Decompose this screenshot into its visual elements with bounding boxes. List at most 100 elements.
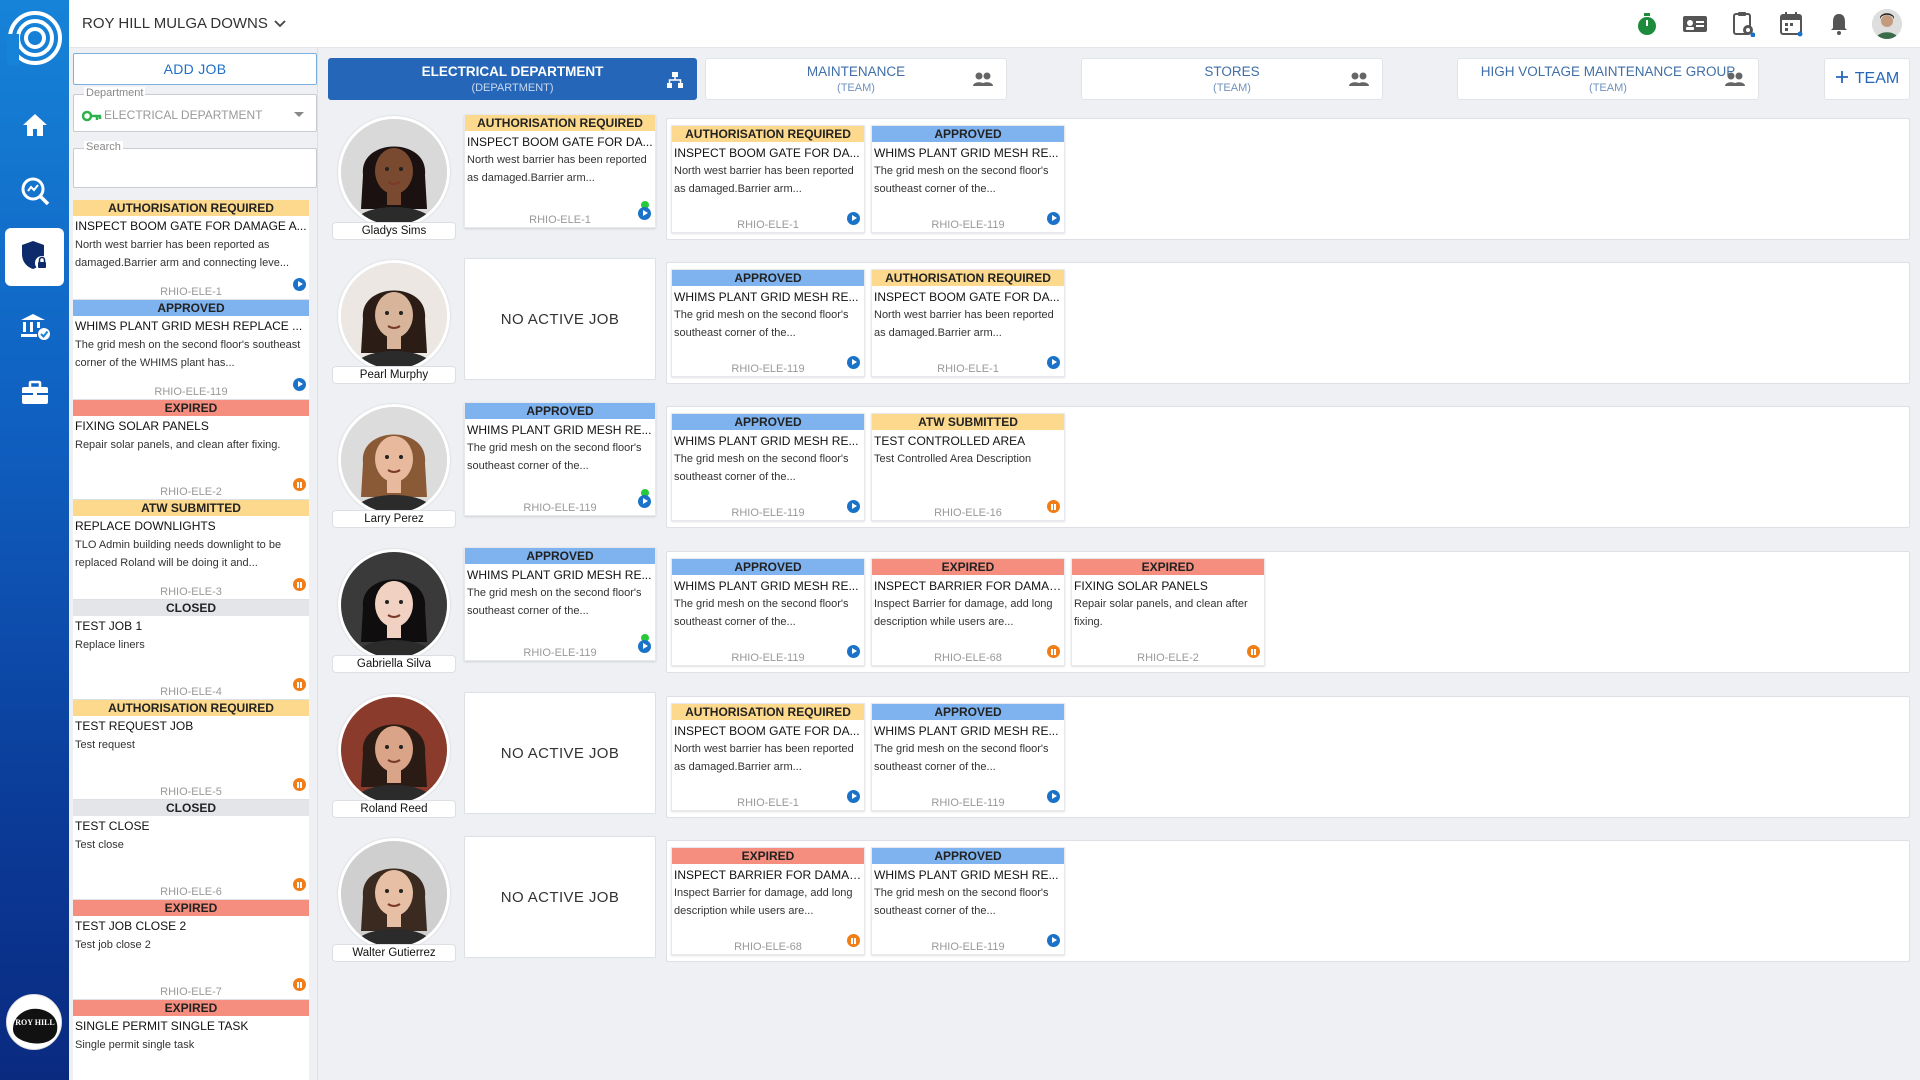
- status-label: AUTHORISATION REQUIRED: [872, 270, 1064, 286]
- member-card[interactable]: Walter Gutierrez: [332, 838, 456, 962]
- plus-icon: [1835, 70, 1849, 89]
- job-code: RHIO-ELE-119: [931, 797, 1005, 809]
- job-code: RHIO-ELE-6: [160, 886, 222, 898]
- sidebar-item-permits[interactable]: [5, 228, 64, 286]
- tab-stores[interactable]: STORES (TEAM): [1081, 58, 1383, 100]
- job-code: RHIO-ELE-16: [934, 507, 1002, 519]
- job-description: The grid mesh on the second floor's sout…: [674, 453, 849, 483]
- status-label: EXPIRED: [73, 1000, 309, 1016]
- member-card[interactable]: Larry Perez: [332, 404, 456, 528]
- top-icons: [1632, 9, 1902, 39]
- job-card[interactable]: APPROVED WHIMS PLANT GRID MESH RE... The g…: [671, 413, 865, 521]
- member-card[interactable]: Roland Reed: [332, 694, 456, 818]
- job-description: Inspect Barrier for damage, add long des…: [874, 598, 1053, 628]
- tab-name: HIGH VOLTAGE MAINTENANCE GROUP: [1480, 64, 1736, 79]
- job-card[interactable]: EXPIRED FIXING SOLAR PANELS Repair solar p…: [73, 400, 309, 500]
- stopwatch-icon[interactable]: [1632, 9, 1662, 39]
- job-indicator: [1047, 645, 1060, 663]
- job-card[interactable]: EXPIRED INSPECT BARRIER FOR DAMAGE Inspect…: [871, 558, 1065, 666]
- add-team-label: TEAM: [1854, 70, 1900, 87]
- search-input[interactable]: Search: [73, 141, 317, 188]
- job-indicator: [847, 790, 860, 808]
- job-card[interactable]: AUTHORISATION REQUIRED INSPECT BOOM GATE …: [73, 200, 309, 300]
- caret-down-icon: [294, 112, 304, 117]
- job-card[interactable]: EXPIRED INSPECT BARRIER FOR DAMAGE Inspect…: [671, 847, 865, 955]
- job-indicator: [638, 640, 651, 658]
- job-queue: APPROVED WHIMS PLANT GRID MESH RE... The g…: [666, 262, 1910, 384]
- member-card[interactable]: Gabriella Silva: [332, 549, 456, 673]
- bell-icon[interactable]: [1824, 9, 1854, 39]
- department-select[interactable]: Department ELECTRICAL DEPARTMENT: [73, 87, 317, 132]
- status-label: AUTHORISATION REQUIRED: [465, 115, 655, 131]
- app-logo-icon[interactable]: [7, 10, 63, 66]
- job-title: INSPECT BOOM GATE FOR DA...: [674, 724, 860, 738]
- calendar-icon[interactable]: [1776, 9, 1806, 39]
- job-title: TEST REQUEST JOB: [75, 719, 194, 733]
- job-indicator: [847, 645, 860, 663]
- site-name[interactable]: ROY HILL MULGA DOWNS: [82, 15, 268, 32]
- job-indicator: [293, 978, 306, 996]
- status-label: APPROVED: [872, 848, 1064, 864]
- chevron-down-icon[interactable]: [273, 14, 287, 39]
- play-status-icon: [847, 212, 860, 225]
- job-card[interactable]: APPROVED WHIMS PLANT GRID MESH REPLACE ..…: [73, 300, 309, 400]
- tab-name: ELECTRICAL DEPARTMENT: [421, 64, 604, 79]
- job-title: TEST JOB 1: [75, 619, 143, 633]
- add-team-button[interactable]: TEAM: [1824, 58, 1910, 100]
- id-card-icon[interactable]: [1680, 9, 1710, 39]
- avatar: [338, 404, 450, 516]
- sidebar-item-home[interactable]: [5, 98, 64, 156]
- paused-status-icon: [293, 778, 306, 791]
- sidebar-item-jobs[interactable]: [5, 366, 64, 424]
- member-card[interactable]: Pearl Murphy: [332, 260, 456, 384]
- job-card[interactable]: APPROVED WHIMS PLANT GRID MESH RE... The g…: [671, 269, 865, 377]
- job-title: WHIMS PLANT GRID MESH RE...: [674, 579, 859, 593]
- job-code: RHIO-ELE-5: [160, 786, 222, 798]
- job-card[interactable]: EXPIRED SINGLE PERMIT SINGLE TASK Single p…: [73, 1000, 309, 1080]
- member-name: Roland Reed: [332, 800, 456, 818]
- top-bar: ROY HILL MULGA DOWNS: [69, 0, 1920, 48]
- job-indicator: [1047, 356, 1060, 374]
- job-card[interactable]: APPROVED WHIMS PLANT GRID MESH RE... The g…: [871, 125, 1065, 233]
- sidebar-item-search-analytics[interactable]: [5, 164, 64, 222]
- job-card[interactable]: AUTHORISATION REQUIRED INSPECT BOOM GATE …: [464, 114, 656, 228]
- job-card[interactable]: CLOSED TEST JOB 1 Replace liners RHIO-ELE-4: [73, 600, 309, 700]
- status-label: APPROVED: [872, 704, 1064, 720]
- job-card[interactable]: AUTHORISATION REQUIRED TEST REQUEST JOB Te…: [73, 700, 309, 800]
- team-icon: [1724, 71, 1746, 92]
- play-status-icon: [1047, 356, 1060, 369]
- clipboard-settings-icon[interactable]: [1728, 9, 1758, 39]
- job-card[interactable]: CLOSED TEST CLOSE Test close RHIO-ELE-6: [73, 800, 309, 900]
- job-title: INSPECT BARRIER FOR DAMAGE: [874, 579, 1064, 593]
- member-card[interactable]: Gladys Sims: [332, 116, 456, 240]
- job-card[interactable]: APPROVED WHIMS PLANT GRID MESH RE... The g…: [871, 703, 1065, 811]
- avatar: [338, 694, 450, 806]
- tab-maintenance[interactable]: MAINTENANCE (TEAM): [705, 58, 1007, 100]
- job-code: RHIO-ELE-119: [523, 502, 597, 514]
- paused-status-icon: [293, 678, 306, 691]
- job-description: North west barrier has been reported as …: [467, 154, 647, 184]
- job-description: Inspect Barrier for damage, add long des…: [674, 887, 853, 917]
- status-label: CLOSED: [73, 800, 309, 816]
- job-card[interactable]: EXPIRED TEST JOB CLOSE 2 Test job close 2 R…: [73, 900, 309, 1000]
- job-card[interactable]: EXPIRED FIXING SOLAR PANELS Repair solar p…: [1071, 558, 1265, 666]
- job-card[interactable]: ATW SUBMITTED TEST CONTROLLED AREA Test Co…: [871, 413, 1065, 521]
- add-job-button[interactable]: ADD JOB: [73, 53, 317, 85]
- job-card[interactable]: AUTHORISATION REQUIRED INSPECT BOOM GATE …: [671, 125, 865, 233]
- member-row: Walter Gutierrez NO ACTIVE JOB EXPIRED INSP…: [332, 836, 1910, 964]
- job-card[interactable]: ATW SUBMITTED REPLACE DOWNLIGHTS TLO Admin…: [73, 500, 309, 600]
- play-status-icon: [293, 378, 306, 391]
- tab-electrical-department[interactable]: ELECTRICAL DEPARTMENT (DEPARTMENT): [328, 58, 697, 100]
- sidebar-item-approvals[interactable]: [5, 300, 64, 358]
- job-description: North west barrier has been reported as …: [874, 309, 1054, 339]
- job-card[interactable]: APPROVED WHIMS PLANT GRID MESH RE... The g…: [671, 558, 865, 666]
- job-card[interactable]: AUTHORISATION REQUIRED INSPECT BOOM GATE …: [871, 269, 1065, 377]
- job-card[interactable]: APPROVED WHIMS PLANT GRID MESH RE... The g…: [871, 847, 1065, 955]
- job-card[interactable]: APPROVED WHIMS PLANT GRID MESH RE... The g…: [464, 402, 656, 516]
- job-description: Repair solar panels, and clean after fix…: [75, 439, 281, 451]
- job-card[interactable]: APPROVED WHIMS PLANT GRID MESH RE... The g…: [464, 547, 656, 661]
- user-avatar[interactable]: [1872, 9, 1902, 39]
- job-card[interactable]: AUTHORISATION REQUIRED INSPECT BOOM GATE …: [671, 703, 865, 811]
- tab-high-voltage-maintenance-group[interactable]: HIGH VOLTAGE MAINTENANCE GROUP (TEAM): [1457, 58, 1759, 100]
- play-status-icon: [638, 495, 651, 508]
